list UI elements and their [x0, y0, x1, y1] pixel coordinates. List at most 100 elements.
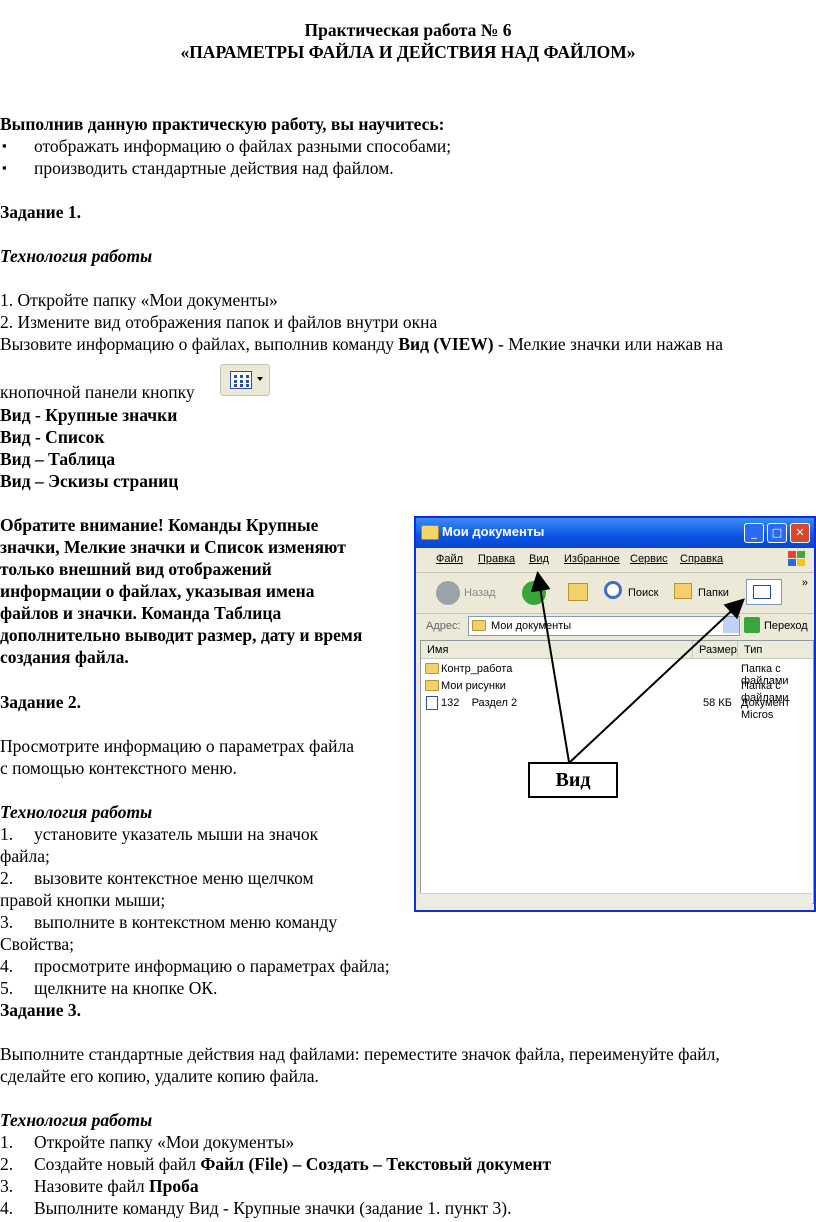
column-size[interactable]: Размер [693, 641, 738, 659]
folders-label[interactable]: Папки [698, 587, 729, 599]
task3-s3-filename: Проба [148, 1176, 199, 1196]
file-name: Мои рисунки [441, 680, 506, 692]
note-line: информации о файлах, указывая имена [0, 581, 315, 601]
up-folder-icon[interactable] [568, 583, 588, 601]
note-line: файлов и значки. Команда Таблица [0, 603, 282, 623]
task3-desc: сделайте его копию, удалите копию файла. [0, 1066, 319, 1086]
task1-step3-tail: - Мелкие значки или нажав на [493, 334, 724, 354]
task3-step-num: 3. [0, 1176, 14, 1196]
task1-heading: Задание 1. [0, 202, 82, 222]
search-icon[interactable] [604, 581, 622, 599]
task2-desc: Просмотрите информацию о параметрах файл… [0, 736, 354, 756]
task3-heading: Задание 3. [0, 1000, 82, 1020]
address-value: Мои документы [491, 620, 572, 632]
task2-step-num: 3. [0, 912, 14, 932]
note-line: создания файла. [0, 647, 129, 667]
task3-step-text: Откройте папку «Мои документы» [34, 1132, 295, 1152]
table-row[interactable]: Мои рисунки Папка с файлами [421, 678, 813, 704]
views-button-icon [220, 364, 270, 396]
folders-icon[interactable] [674, 583, 692, 599]
note-line: только внешний вид отображений [0, 559, 272, 579]
close-icon[interactable]: ✕ [790, 523, 810, 543]
folder-icon [472, 620, 486, 631]
maximize-icon[interactable]: □ [767, 523, 787, 543]
task3-step-num: 4. [0, 1198, 14, 1218]
go-arrow-icon[interactable] [744, 617, 760, 633]
note-line: значки, Мелкие значки и Список изменяют [0, 537, 346, 557]
file-size: 58 КБ [703, 697, 732, 709]
views-icon[interactable] [746, 579, 782, 605]
task2-step-text: установите указатель мыши на значок [34, 824, 319, 844]
page-title: Практическая работа № 6 [304, 20, 512, 40]
view-option: Вид – Таблица [0, 449, 116, 469]
task2-step-num: 1. [0, 824, 14, 844]
explorer-menubar: Файл Правка Вид Избранное Сервис Справка [416, 548, 814, 573]
task2-step-cont: файла; [0, 846, 50, 866]
document-icon [426, 696, 438, 710]
callout-label: Вид [528, 762, 618, 798]
task3-step-num: 1. [0, 1132, 14, 1152]
task2-step-text: просмотрите информацию о параметрах файл… [34, 956, 390, 976]
explorer-titlebar: Мои документы _ □ ✕ [416, 518, 814, 548]
task2-step-num: 2. [0, 868, 14, 888]
view-command: Вид (VIEW) [398, 334, 494, 354]
intro-bullet: производить стандартные действия над фай… [2, 158, 394, 179]
back-label[interactable]: Назад [464, 587, 496, 599]
address-label: Адрес: [426, 620, 461, 632]
folder-icon [425, 680, 439, 691]
chevron-down-icon[interactable] [723, 617, 739, 633]
horizontal-scrollbar[interactable] [420, 893, 812, 906]
page-subtitle: «ПАРАМЕТРЫ ФАЙЛА И ДЕЙСТВИЯ НАД ФАЙЛОМ» [180, 42, 636, 62]
menu-help[interactable]: Справка [680, 553, 723, 565]
go-label[interactable]: Переход [764, 620, 808, 632]
task3-s3-text: Назовите файл [34, 1176, 149, 1196]
column-name[interactable]: Имя [421, 641, 693, 659]
folder-icon [421, 525, 439, 540]
task1-step3-cont: кнопочной панели кнопку [0, 382, 195, 402]
explorer-title: Мои документы [442, 524, 545, 539]
task3-step-text: Назовите файл Проба [34, 1176, 199, 1197]
note-line: Обратите внимание! Команды Крупные [0, 515, 319, 535]
table-row[interactable]: Контр_работа Папка с файлами [421, 661, 813, 687]
task1-step1: 1. Откройте папку «Мои документы» [0, 290, 278, 310]
task2-step-text: вызовите контекстное меню щелчком [34, 868, 314, 888]
windows-logo-icon [788, 551, 806, 568]
minimize-icon[interactable]: _ [744, 523, 764, 543]
task1-step2: 2. Измените вид отображения папок и файл… [0, 312, 438, 332]
column-type[interactable]: Тип [738, 641, 813, 659]
folder-icon [425, 663, 439, 674]
task2-step-text: выполните в контекстном меню команду [34, 912, 338, 932]
menu-file[interactable]: Файл [436, 553, 463, 565]
task3-tech-heading: Технология работы [0, 1110, 153, 1130]
task2-step-num: 4. [0, 956, 14, 976]
task2-heading: Задание 2. [0, 692, 82, 712]
task1-step3: Вызовите информацию о файлах, выполнив к… [0, 334, 723, 355]
search-label[interactable]: Поиск [628, 587, 658, 599]
toolbar-more-icon[interactable]: » [802, 577, 808, 589]
menu-view[interactable]: Вид [529, 553, 549, 565]
file-name: Контр_работа [441, 663, 513, 675]
menu-tools[interactable]: Сервис [630, 553, 668, 565]
explorer-window: Мои документы _ □ ✕ Файл Правка Вид Избр… [414, 516, 816, 912]
forward-arrow-icon[interactable] [522, 581, 546, 605]
menu-favorites[interactable]: Избранное [564, 553, 620, 565]
task3-s2-command: Файл (File) – Создать – Текстовый докуме… [200, 1154, 552, 1174]
task2-step-text: щелкните на кнопке ОК. [34, 978, 218, 998]
table-row[interactable]: 132 Раздел 2 58 КБ Документ Micros [421, 695, 813, 721]
task2-step-cont: Свойства; [0, 934, 75, 954]
task3-desc: Выполните стандартные действия над файла… [0, 1044, 720, 1064]
task2-step-cont: правой кнопки мыши; [0, 890, 166, 910]
back-arrow-icon[interactable] [436, 581, 460, 605]
menu-edit[interactable]: Правка [478, 553, 515, 565]
intro-bullet: отображать информацию о файлах разными с… [2, 136, 451, 157]
view-option: Вид - Список [0, 427, 105, 447]
intro-heading: Выполнив данную практическую работу, вы … [0, 114, 445, 134]
view-option: Вид - Крупные значки [0, 405, 178, 425]
file-name: 132 Раздел 2 [441, 697, 518, 709]
address-bar: Адрес: Мои документы Переход [416, 614, 814, 638]
task2-step-num: 5. [0, 978, 14, 998]
task3-step-text: Выполните команду Вид - Крупные значки (… [34, 1198, 512, 1218]
task3-step-num: 2. [0, 1154, 14, 1174]
address-input[interactable]: Мои документы [468, 616, 740, 636]
task3-s2-text: Создайте новый файл [34, 1154, 201, 1174]
